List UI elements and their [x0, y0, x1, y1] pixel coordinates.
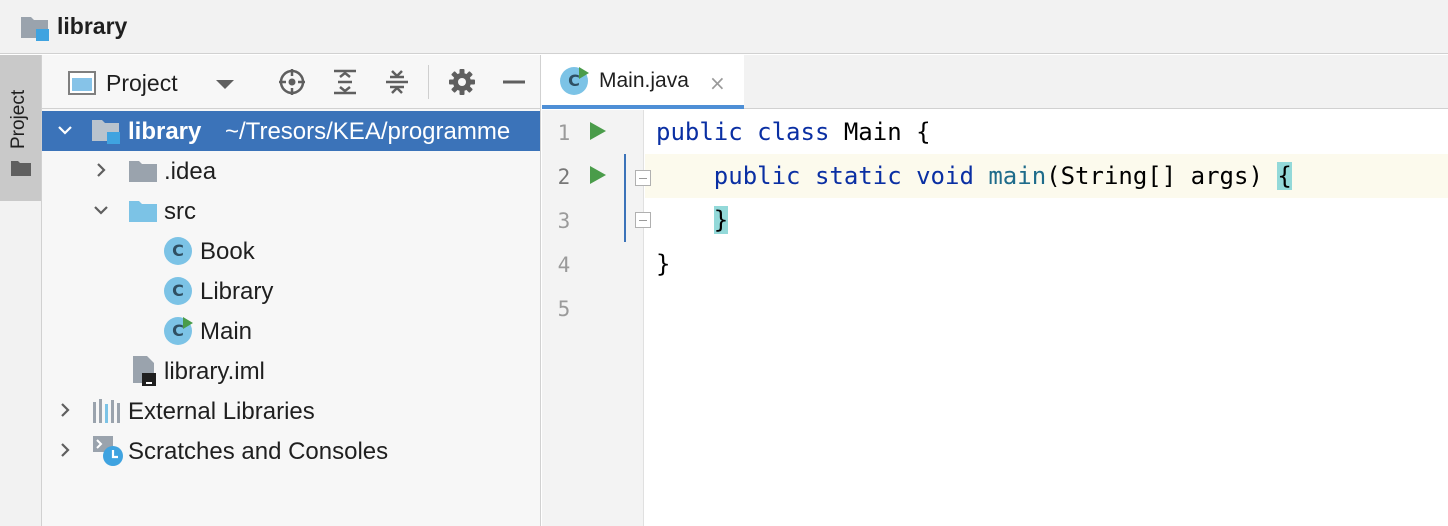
run-icon[interactable]: [590, 166, 606, 184]
keyword: static: [814, 162, 902, 190]
project-panel: Project library ~/Tresors/KEA/programme …: [42, 55, 541, 526]
class-icon: C: [164, 277, 192, 305]
source-folder-icon: [129, 201, 157, 222]
tree-path: ~/Tresors/KEA/programme: [225, 118, 511, 145]
line-number: 3: [557, 209, 571, 233]
code-text: Main {: [829, 118, 931, 146]
tree-label: src: [164, 198, 196, 225]
line-number: 2: [557, 165, 571, 189]
run-marker-icon: [579, 67, 589, 79]
line-number: 4: [557, 253, 571, 277]
project-folder-icon: [92, 120, 120, 144]
libraries-icon: [93, 399, 120, 423]
keyword: public: [713, 162, 801, 190]
fold-icon[interactable]: [635, 212, 651, 228]
tree-label: Book: [200, 238, 255, 265]
scratches-icon: [93, 436, 123, 466]
tree-label: .idea: [164, 158, 217, 185]
editor-tabs: C Main.java ×: [542, 55, 1448, 109]
keyword: class: [757, 118, 830, 146]
run-icon[interactable]: [590, 122, 606, 140]
editor-area: C Main.java × 1 2 3 4 5 public class Mai…: [542, 55, 1448, 526]
locate-icon[interactable]: [277, 67, 307, 97]
code-text: }: [656, 250, 671, 278]
tree-row-external-libraries[interactable]: External Libraries: [42, 391, 540, 431]
tree-label: Scratches and Consoles: [128, 438, 389, 465]
gear-icon[interactable]: [447, 67, 477, 97]
run-marker-icon: [183, 317, 193, 329]
project-view-selector[interactable]: Project: [106, 70, 178, 97]
tree-row-library-iml[interactable]: library.iml: [42, 351, 540, 391]
tree-row-library[interactable]: library ~/Tresors/KEA/programme: [42, 111, 540, 151]
matched-brace: {: [1277, 162, 1292, 190]
tree-row-book[interactable]: C Book: [42, 231, 540, 271]
tree-row-idea[interactable]: .idea: [42, 151, 540, 191]
tab-label: Main.java: [599, 69, 689, 92]
matched-brace: }: [713, 206, 729, 234]
code-line-1[interactable]: public class Main {: [656, 118, 931, 146]
keyword: void: [916, 162, 974, 190]
chevron-right-icon[interactable]: [58, 403, 72, 417]
tree-label: Main: [200, 318, 253, 345]
keyword: public: [656, 118, 743, 146]
folder-icon: [129, 161, 157, 182]
code-text: (String[] args): [1046, 162, 1278, 190]
left-tool-stripe: Project: [0, 55, 42, 526]
chevron-down-icon[interactable]: [94, 203, 108, 217]
module-file-icon: [133, 356, 156, 386]
navigation-bar: library: [0, 0, 1448, 54]
project-panel-toolbar: Project: [42, 55, 540, 109]
tree-label: External Libraries: [128, 398, 315, 425]
editor-gutter: 1 2 3 4 5: [542, 110, 651, 526]
tree-row-library-class[interactable]: C Library: [42, 271, 540, 311]
class-icon: C: [164, 237, 192, 265]
folder-icon: [11, 161, 31, 176]
code-line-3[interactable]: }: [656, 206, 729, 234]
toolbar-separator: [428, 65, 429, 99]
chevron-right-icon[interactable]: [94, 163, 108, 177]
line-number: 1: [557, 121, 571, 145]
code-line-4[interactable]: }: [656, 250, 670, 278]
line-number: 5: [557, 297, 571, 321]
tab-main-java[interactable]: C Main.java ×: [542, 55, 744, 109]
fold-icon[interactable]: [635, 170, 651, 186]
collapse-all-icon[interactable]: [382, 67, 412, 97]
project-tool-window-tab[interactable]: Project: [0, 55, 41, 201]
chevron-right-icon[interactable]: [58, 443, 72, 457]
tree-row-scratches[interactable]: Scratches and Consoles: [42, 431, 540, 471]
navbar-project-name[interactable]: library: [57, 13, 127, 40]
code-line-2[interactable]: public static void main(String[] args) {: [656, 162, 1292, 190]
project-folder-icon: [21, 17, 49, 41]
tree-row-src[interactable]: src: [42, 191, 540, 231]
project-tool-window-label: Project: [8, 89, 29, 149]
tree-label: Library: [200, 278, 274, 305]
close-icon[interactable]: ×: [709, 71, 726, 95]
expand-all-icon[interactable]: [330, 67, 360, 97]
minimize-icon[interactable]: [499, 67, 529, 97]
tree-label: library: [128, 118, 202, 145]
fold-range-indicator: [624, 154, 626, 242]
tree-label: library.iml: [164, 358, 265, 385]
chevron-down-icon[interactable]: [58, 123, 72, 137]
project-view-icon: [68, 71, 96, 95]
tree-row-main[interactable]: C Main: [42, 311, 540, 351]
method-name: main: [988, 162, 1047, 190]
chevron-down-icon[interactable]: [216, 80, 234, 89]
